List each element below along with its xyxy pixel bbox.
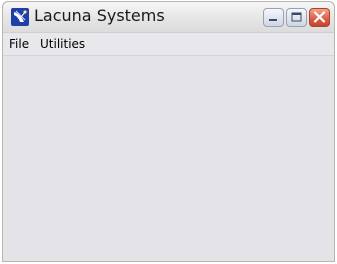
maximize-button[interactable] (286, 8, 307, 27)
menu-bar: File Utilities (3, 33, 334, 56)
close-button[interactable] (309, 8, 330, 27)
app-window: Lacuna Systems File Utilities (2, 1, 335, 262)
maximize-icon (291, 12, 302, 22)
menu-file[interactable]: File (9, 36, 29, 52)
menu-utilities[interactable]: Utilities (40, 36, 85, 52)
minimize-icon (269, 19, 277, 21)
title-bar[interactable]: Lacuna Systems (3, 2, 334, 33)
satellite-dish-icon[interactable] (11, 8, 29, 26)
window-title: Lacuna Systems (34, 6, 165, 25)
minimize-button[interactable] (263, 8, 284, 27)
close-icon (313, 11, 326, 23)
client-area (3, 56, 334, 261)
